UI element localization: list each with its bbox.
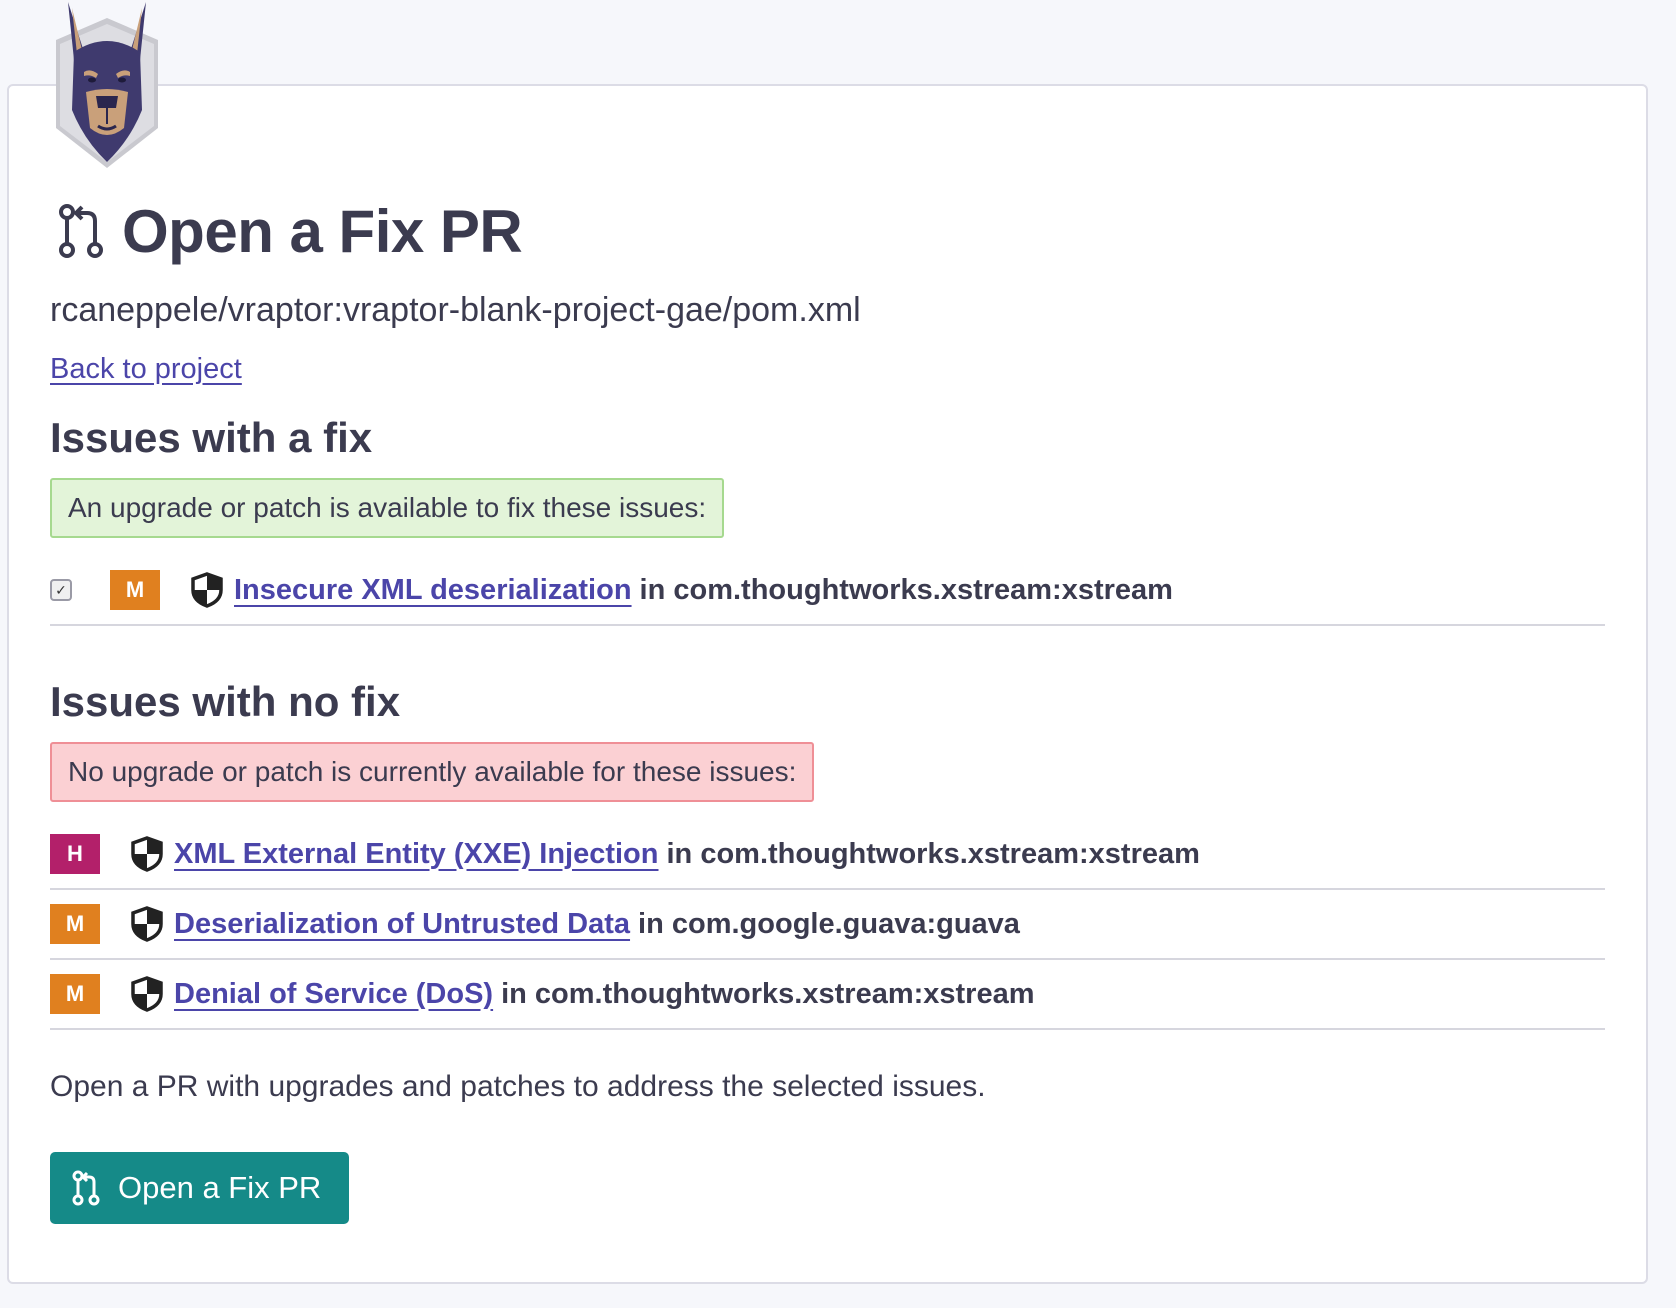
pull-request-icon xyxy=(59,204,103,258)
back-to-project-link[interactable]: Back to project xyxy=(50,353,242,386)
severity-badge: M xyxy=(50,974,100,1014)
open-fix-pr-button[interactable]: Open a Fix PR xyxy=(50,1152,350,1224)
open-fix-pr-label: Open a Fix PR xyxy=(118,1170,322,1205)
issue-package: in com.thoughtworks.xstream:xstream xyxy=(639,573,1173,606)
unfixable-notice: No upgrade or patch is currently availab… xyxy=(50,742,815,802)
issue-row: H XML External Entity (XXE) Injection in… xyxy=(50,820,1605,890)
pull-request-icon xyxy=(72,1170,100,1206)
doberman-logo-icon xyxy=(56,2,158,168)
unfixable-issue-list: H XML External Entity (XXE) Injection in… xyxy=(50,820,1605,1030)
severity-badge: M xyxy=(50,904,100,944)
fixable-heading: Issues with a fix xyxy=(50,414,373,461)
severity-badge: H xyxy=(50,834,100,874)
severity-badge: M xyxy=(110,570,160,610)
fixable-notice: An upgrade or patch is available to fix … xyxy=(50,478,725,538)
issue-link[interactable]: Insecure XML deserialization xyxy=(234,574,632,607)
issue-package: in com.thoughtworks.xstream:xstream xyxy=(501,977,1035,1010)
shield-icon xyxy=(131,836,163,872)
issue-link[interactable]: XML External Entity (XXE) Injection xyxy=(174,838,659,871)
page-title: Open a Fix PR xyxy=(122,197,523,265)
content: Open a Fix PR rcaneppele/vraptor:vraptor… xyxy=(50,185,1605,1224)
issue-package: in com.thoughtworks.xstream:xstream xyxy=(666,837,1200,870)
shield-icon xyxy=(131,906,163,942)
issue-link[interactable]: Deserialization of Untrusted Data xyxy=(174,908,630,941)
issue-link[interactable]: Denial of Service (DoS) xyxy=(174,978,493,1011)
footer-description: Open a PR with upgrades and patches to a… xyxy=(50,1070,986,1103)
issue-row: M Denial of Service (DoS) in com.thought… xyxy=(50,960,1605,1030)
issue-row: M Deserialization of Untrusted Data in c… xyxy=(50,890,1605,960)
project-path: rcaneppele/vraptor:vraptor-blank-project… xyxy=(50,291,861,329)
issue-row: ✓ M Insecure XML deserialization in com.… xyxy=(50,556,1605,626)
issue-package: in com.google.guava:guava xyxy=(638,907,1020,940)
shield-icon xyxy=(191,572,223,608)
title-row: Open a Fix PR xyxy=(50,185,1605,277)
shield-icon xyxy=(131,976,163,1012)
unfixable-heading: Issues with no fix xyxy=(50,678,401,725)
issue-checkbox[interactable]: ✓ xyxy=(50,579,72,601)
fixable-issue-list: ✓ M Insecure XML deserialization in com.… xyxy=(50,556,1605,626)
